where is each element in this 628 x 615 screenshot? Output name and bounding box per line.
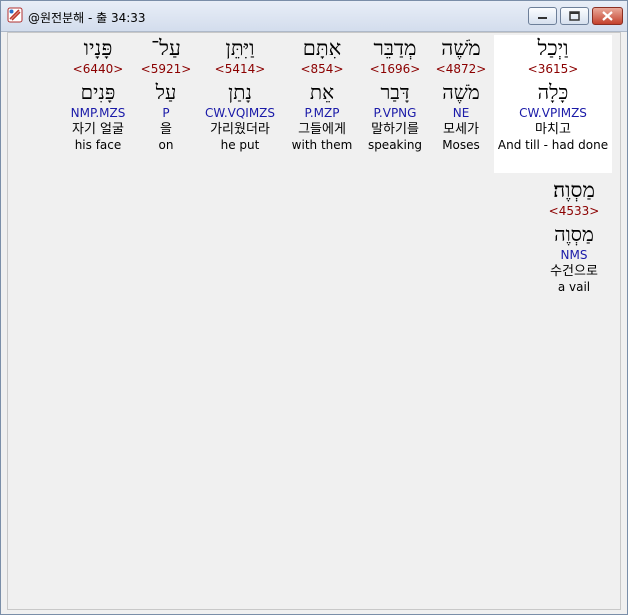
strong-number[interactable]: <6440> [62,61,134,77]
word-block[interactable]: אִתָּם <854> אֵת P.MZP 그들에게 with them [288,35,356,173]
strong-number[interactable]: <4533> [536,203,612,219]
hebrew-word: וַיְכַל [537,36,569,60]
close-icon [602,11,613,21]
word-block[interactable]: וַיִּתֵּן <5414> נָתַן CW.VQIMZS 가리웠더라 h… [198,35,282,173]
minimize-button[interactable] [528,7,557,25]
morphology-code: CW.VPIMZS [519,106,587,120]
korean-gloss: 그들에게 [298,122,346,137]
word-block[interactable]: מַסְוֶה׃ <4533> מַסְוֶה NMS 수건으로 a vail [536,177,612,315]
morphology-code: P [162,106,170,120]
hebrew-word: פָּנָיו [83,36,113,60]
close-button[interactable] [592,7,623,25]
strong-number[interactable]: <5921> [138,61,194,77]
hebrew-word: אִתָּם [302,36,342,60]
strong-number[interactable]: <3615> [494,61,612,77]
morphology-code: P.VPNG [373,106,417,120]
korean-gloss: 자기 얼굴 [72,122,124,137]
title-bar[interactable]: @원전분해 - 출 34:33 [1,1,627,32]
word-block[interactable]: עַל־ <5921> עַל P 을 on [138,35,194,173]
english-gloss: And till - had done [497,138,609,152]
hebrew-root: אֵת [309,80,335,104]
morphology-code: NMS [560,248,588,262]
hebrew-word: מְדַבֵּר [373,36,417,60]
morphology-code: CW.VQIMZS [204,106,276,120]
korean-gloss: 을 [160,122,172,137]
korean-gloss: 수건으로 [550,264,598,279]
word-block[interactable]: מֹשֶׁה <4872> מֹשֶׁה NE 모세가 Moses [428,35,494,173]
hebrew-root: עַל [155,80,177,104]
english-gloss: on [158,138,174,152]
korean-gloss: 가리웠더라 [210,122,270,137]
english-gloss: he put [220,138,260,152]
hebrew-word: מֹשֶׁה [441,36,481,60]
app-window: @원전분해 - 출 34:33 וַיְכַל <3615> כָּלָה CW… [0,0,628,615]
hebrew-root: כָּלָה [537,80,569,104]
hebrew-word: וַיִּתֵּן [225,36,255,60]
strong-number[interactable]: <1696> [360,61,430,77]
window-title: @원전분해 - 출 34:33 [28,11,146,25]
morphology-code: NMP.MZS [70,106,126,120]
korean-gloss: 마치고 [535,122,571,137]
hebrew-word: מַסְוֶה׃ [553,178,595,202]
app-icon[interactable] [7,7,23,23]
hebrew-root: נָתַן [228,80,252,104]
word-block[interactable]: מְדַבֵּר <1696> דָּבַר P.VPNG 말하기를 speak… [360,35,430,173]
hebrew-root: מַסְוֶה [554,222,594,246]
word-block[interactable]: פָּנָיו <6440> פָּנִים NMP.MZS 자기 얼굴 his… [62,35,134,173]
strong-number[interactable]: <854> [288,61,356,77]
english-gloss: Moses [442,138,480,152]
strong-number[interactable]: <4872> [428,61,494,77]
minimize-icon [538,17,547,19]
maximize-icon [569,11,580,21]
morphology-code: P.MZP [304,106,340,120]
english-gloss: speaking [367,138,423,152]
interlinear-view[interactable]: וַיְכַל <3615> כָּלָה CW.VPIMZS 마치고 And … [7,32,621,610]
hebrew-root: מֹשֶׁה [442,80,480,104]
hebrew-root: דָּבַר [380,80,410,104]
korean-gloss: 모세가 [443,122,479,137]
english-gloss: his face [74,138,122,152]
hebrew-root: פָּנִים [80,80,116,104]
english-gloss: a vail [557,280,591,294]
strong-number[interactable]: <5414> [198,61,282,77]
morphology-code: NE [452,106,470,120]
maximize-button[interactable] [560,7,589,25]
word-block[interactable]: וַיְכַל <3615> כָּלָה CW.VPIMZS 마치고 And … [494,35,612,173]
english-gloss: with them [291,138,353,152]
hebrew-word: עַל־ [151,36,181,60]
korean-gloss: 말하기를 [371,122,419,137]
